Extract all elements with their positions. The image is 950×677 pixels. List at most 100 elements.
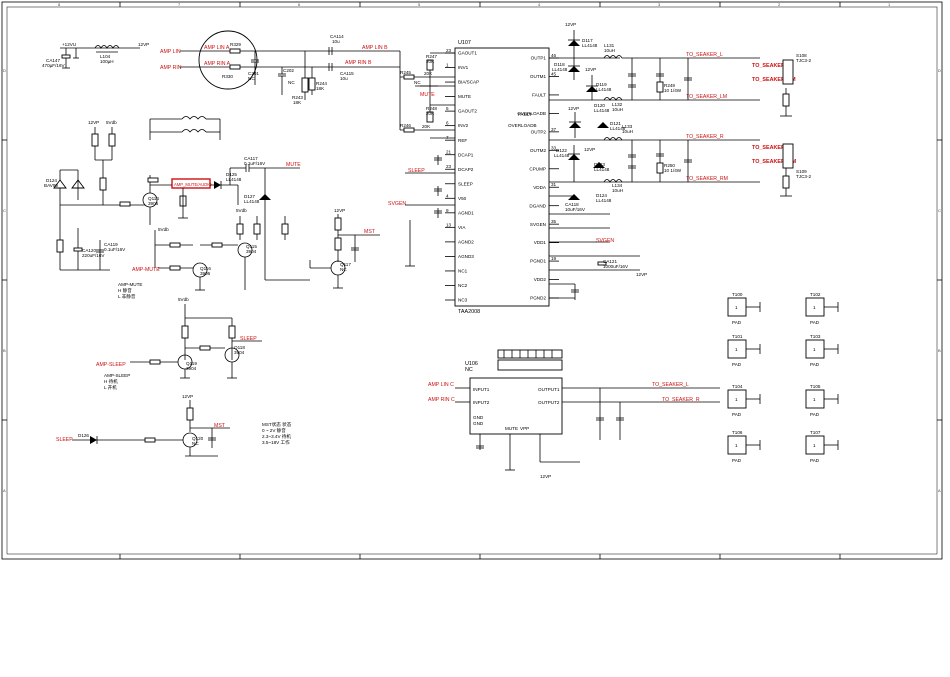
r329-ref: R329 [230,42,241,47]
resistor-r267 [181,325,189,339]
q116-value: 3906 [200,271,211,276]
ic-pin-number: 13 [446,222,452,227]
resistor-r263 [334,217,342,231]
border-col-label: 8 [58,2,61,7]
resistor-r356 [782,175,790,189]
sleep-note-title: AMP-SLEEP [104,373,130,378]
pad-pin: 1 [735,305,738,310]
test-pad: T103 1 PAD [805,334,839,367]
r249-value: 10 1/4W [664,88,682,93]
net-u106-out-l: TO_SEAKER_L [652,382,689,388]
test-pad: T107 1 PAD [805,430,839,463]
cap-ca120 [73,247,83,252]
diode-d126 [90,436,97,444]
connector-s109 [782,143,794,169]
resistor-r258 [281,223,289,235]
border-col-label: 2 [778,2,781,7]
pad-value: PAD [732,362,742,367]
connector-s108 [782,59,794,85]
mute-note-high: H 静音 [118,287,132,294]
border-row-label: D [938,68,941,73]
r245-value: 20K [424,71,433,76]
net-5vdb-sleep: 5Vdb [178,297,189,302]
ic-u107-ref: U107 [458,40,471,46]
speaker-connector-right: TO_SEAKER_R TO_SEAKER_RM S109 TJC3-2 [752,143,812,197]
border-col-label: 4 [538,2,541,7]
s109-value: TJC3-2 [796,174,812,179]
l104-value: 100µH [100,59,114,64]
ic-pin-name: NC3 [458,298,468,303]
choke-section [149,116,221,140]
ic-pin-name: INV1 [458,65,469,70]
c202-value: NC [288,80,295,85]
diode-d120 [569,122,581,128]
diode-d117 [568,40,580,46]
net-12vp-out1: 12VP [565,22,576,27]
resistor-r273 [144,437,156,443]
net-12vp-u106: 12VP [540,474,551,479]
d121-value: LL4148 [610,126,626,131]
pad-value: PAD [810,412,820,417]
resistor-r269 [199,345,211,351]
ca117-value: 0.1uF/16V [244,161,266,166]
s108-value: TJC3-2 [796,58,812,63]
pad-ref: T101 [732,334,743,339]
net-12vp-q117: 12VP [334,208,345,213]
resistor-r249 [656,81,664,93]
net-amp-rin: AMP RIN [160,65,182,71]
ic-pin-name: AGND2 [458,239,474,244]
c201-value: NC [248,76,255,81]
d119-value: LL4148 [596,87,612,92]
ic-pin-number: 7 [446,135,449,140]
net-to-seaker-rm: TO_SEAKER_RM [686,176,728,182]
mute-control-network: 12VP 5Vdb D124 BAV99 CA120 220uF/16V CA1… [44,120,310,300]
pad-value: PAD [732,412,742,417]
ic-pin-name: MUTE [458,94,471,99]
u106-pin-vpp: VPP [520,426,529,431]
test-pad: T106 1 PAD [727,430,761,463]
r247-value: 20K [426,59,435,64]
ic-pin-name: VIA [458,225,466,230]
ca118-value: 10uF/16V [565,207,586,212]
border-row-label: B [3,348,6,353]
inductor-l119 [181,129,207,133]
net-amp-rin-a: AMP RIN A [204,61,231,67]
test-pads: T100 1 PAD T102 1 PAD T101 1 PAD T103 1 PAD T104 1 PAD… [727,292,839,463]
resistor-r261 [211,242,223,248]
ca120-value: 220uF/16V [82,253,105,258]
ic-pin-name: GAOUT2 [458,109,477,114]
r245-ref: R245 [400,70,411,75]
d123-value: LL4148 [594,167,610,172]
ic-overload-net: OVERLOADB [508,123,537,128]
pad-pin: 1 [813,347,816,352]
resistor-r259 [56,239,64,253]
ic-pin-name: FAULT [532,93,546,98]
ic-pin-name: NC1 [458,269,468,274]
schematic-canvas: 8 7 6 5 4 3 2 1 D C B A D C B A +12VU L1… [1,1,943,560]
resistor-r256 [236,223,244,235]
ic-pin-number: 23 [446,48,452,53]
pad-value: PAD [810,320,820,325]
net-mute-ic: MUTE [420,92,435,98]
ic-pin-number: 46 [551,53,557,58]
pad-ref: T100 [732,292,743,297]
ca121-value: 1000uF/16V [603,264,629,269]
net-to-seaker-l: TO_SEAKER_L [686,52,723,58]
mute-note-low: L 非静音 [118,293,136,300]
ic-fault-net: FAULT [518,112,532,117]
ic-pin-name: DCAP1 [458,152,474,157]
ic-pin-name: OUTP2 [531,129,547,134]
net-amp-lin-a: AMP LIN A [204,45,230,51]
resistor-r268 [228,325,236,339]
resistor-r252 [99,177,107,191]
ic-pin-number: 6 [446,121,449,126]
ic-pin-name: OUTM1 [530,74,547,79]
pad-value: PAD [810,458,820,463]
resistor-r330 [229,64,241,70]
q119-value: 3904 [186,366,197,371]
resistor-r332 [91,133,99,147]
d124out-value: LL4148 [596,198,612,203]
pad-value: PAD [732,320,742,325]
ic-pin-number: 45 [551,71,557,76]
resistor-r270 [186,407,194,421]
